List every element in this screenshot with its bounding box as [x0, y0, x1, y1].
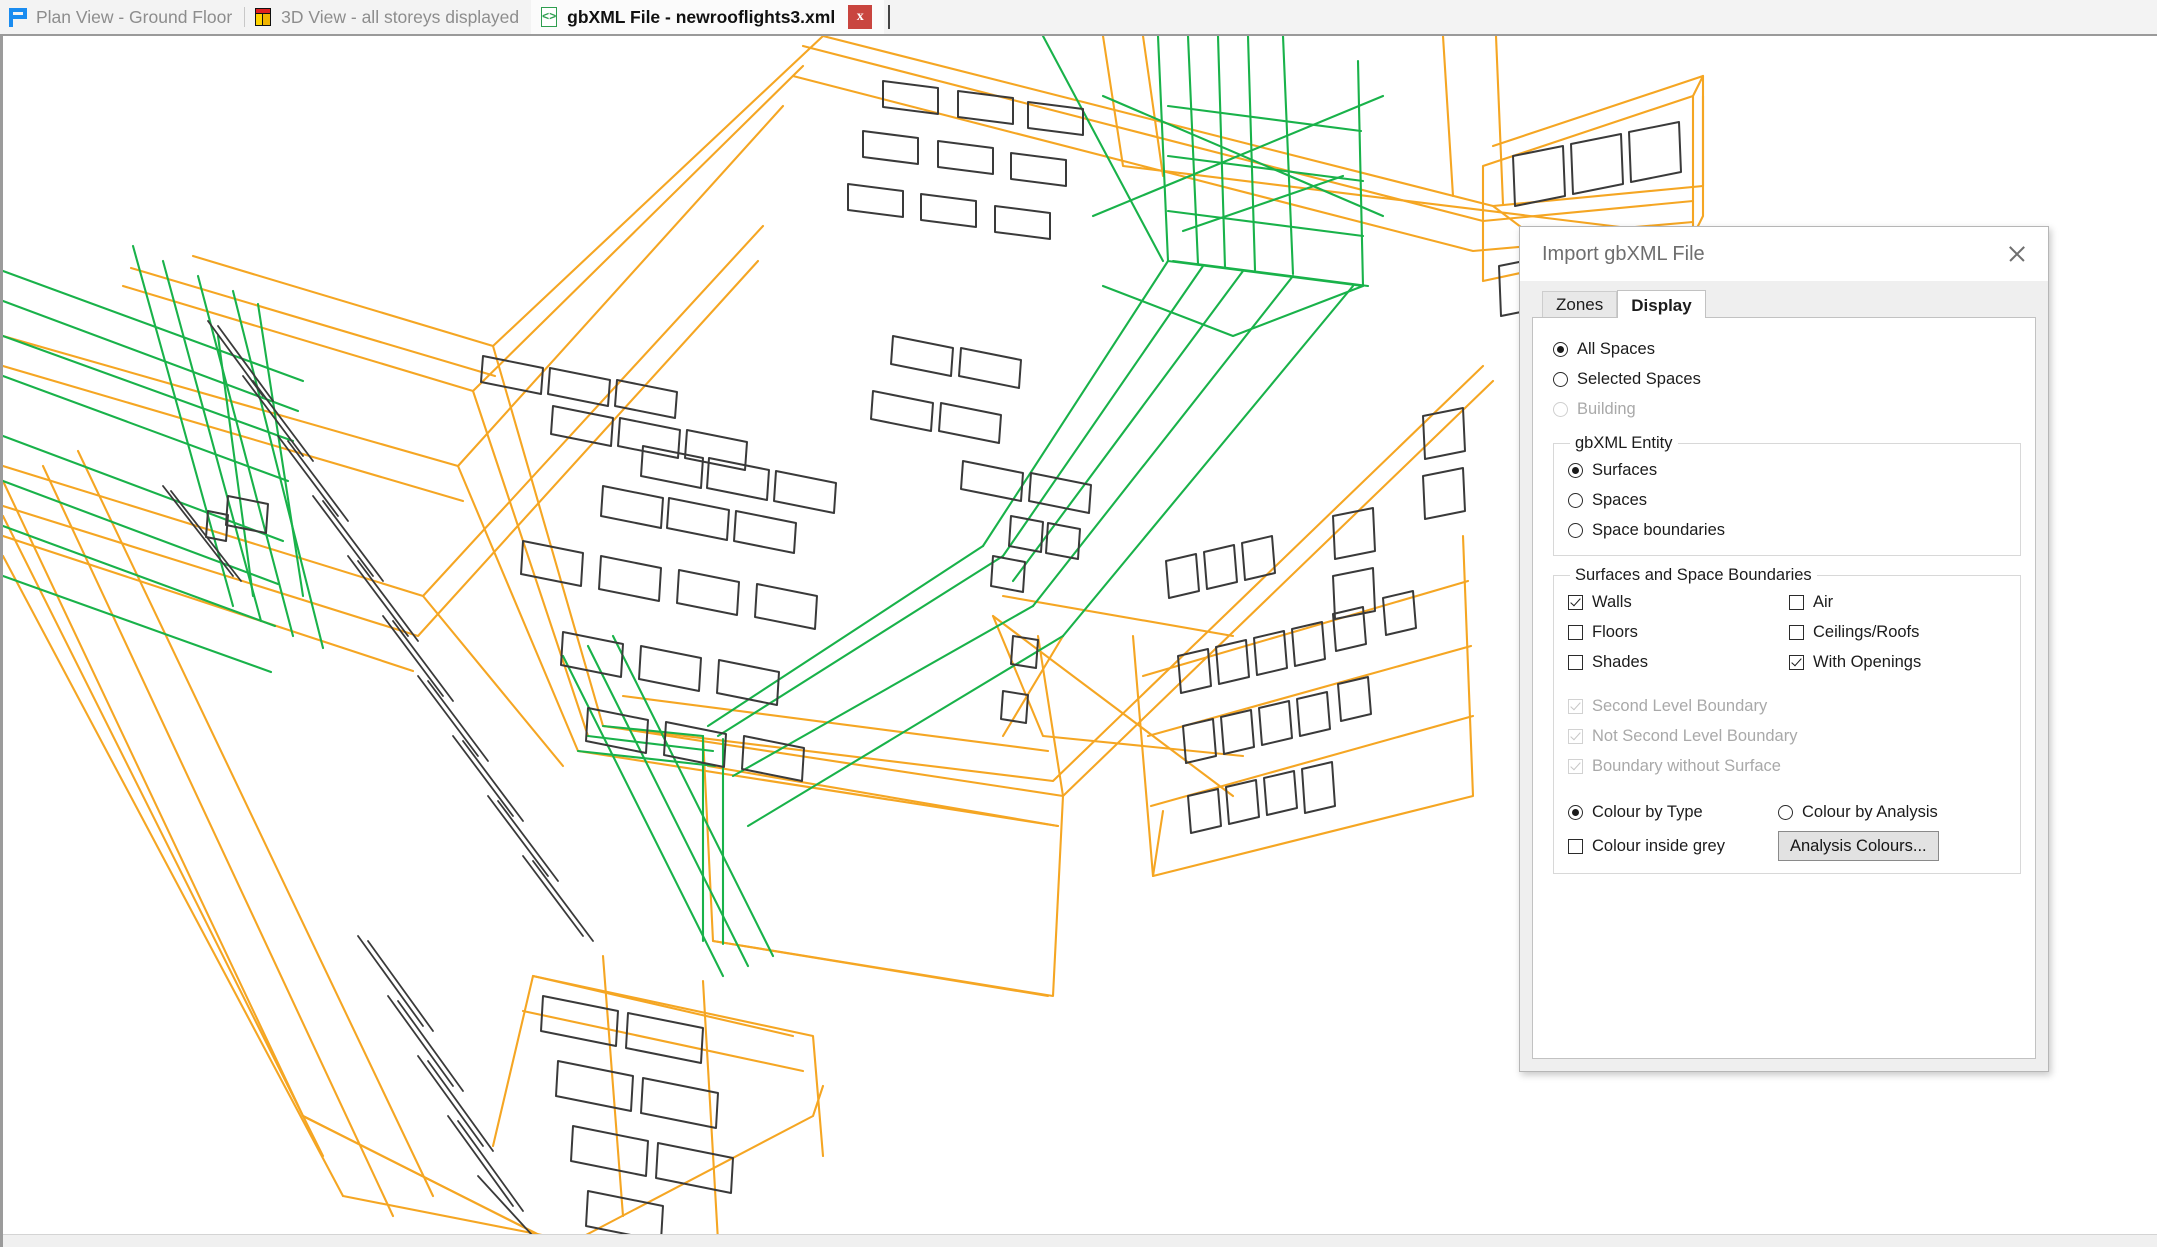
tab-gbxml-file-label: gbXML File - newrooflights3.xml — [567, 6, 836, 27]
dialog-body: Zones Display All Spaces Selected Spaces… — [1520, 281, 2048, 1071]
radio-indicator — [1553, 401, 1568, 417]
tab-plan-view-label: Plan View - Ground Floor — [36, 6, 233, 27]
dialog-title: Import gbXML File — [1542, 242, 1705, 265]
checkbox-indicator — [1568, 624, 1583, 640]
radio-spaces[interactable]: Spaces — [1568, 485, 2010, 515]
application-window: Plan View - Ground Floor 3D View - all s… — [0, 0, 2157, 1247]
import-gbxml-dialog: Import gbXML File Zones Display All Spac… — [1519, 226, 2049, 1072]
close-icon[interactable] — [2002, 239, 2032, 269]
radio-colour-by-analysis-label: Colour by Analysis — [1802, 802, 1938, 821]
checkbox-walls-label: Walls — [1592, 592, 1632, 611]
radio-spaces-label: Spaces — [1592, 490, 1648, 509]
tab-3d-view-label: 3D View - all storeys displayed — [281, 6, 520, 27]
checkbox-indicator — [1789, 594, 1804, 610]
tab-3d-view[interactable]: 3D View - all storeys displayed — [245, 0, 531, 34]
radio-space-boundaries[interactable]: Space boundaries — [1568, 515, 2010, 545]
gbxml-entity-legend: gbXML Entity — [1575, 434, 1673, 452]
radio-indicator — [1568, 522, 1583, 538]
checkbox-indicator — [1789, 654, 1804, 670]
radio-selected-spaces-label: Selected Spaces — [1577, 369, 1701, 388]
plan-view-icon — [8, 7, 29, 28]
radio-all-spaces[interactable]: All Spaces — [1553, 334, 2021, 364]
checkbox-air[interactable]: Air — [1789, 587, 2010, 617]
radio-all-spaces-label: All Spaces — [1577, 339, 1655, 358]
radio-building-label: Building — [1577, 399, 1636, 418]
radio-indicator — [1568, 492, 1583, 508]
tab-zones[interactable]: Zones — [1542, 291, 1618, 317]
checkbox-indicator — [1568, 654, 1583, 670]
surfaces-group-legend: Surfaces and Space Boundaries — [1575, 566, 1812, 584]
checkbox-indicator — [1568, 728, 1583, 744]
view-tab-strip: Plan View - Ground Floor 3D View - all s… — [0, 0, 2157, 36]
tab-strip-caret — [888, 5, 891, 29]
tab-plan-view[interactable]: Plan View - Ground Floor — [0, 0, 244, 34]
radio-surfaces-label: Surfaces — [1592, 460, 1658, 479]
tab-display[interactable]: Display — [1617, 290, 1706, 318]
radio-selected-spaces[interactable]: Selected Spaces — [1553, 364, 2021, 394]
checkbox-air-label: Air — [1813, 592, 1834, 611]
checkbox-not-second-level-boundary-label: Not Second Level Boundary — [1592, 726, 1798, 745]
cube-icon — [253, 7, 274, 28]
checkbox-indicator — [1568, 758, 1583, 774]
radio-building: Building — [1553, 394, 2021, 424]
radio-surfaces[interactable]: Surfaces — [1568, 455, 2010, 485]
checkbox-second-level-boundary: Second Level Boundary — [1568, 691, 2010, 721]
radio-indicator — [1568, 462, 1583, 478]
surfaces-left-column: Walls Floors Shades — [1568, 587, 1789, 677]
radio-colour-by-type[interactable]: Colour by Type — [1568, 795, 1778, 829]
colour-mode-row: Colour by Type Colour by Analysis — [1568, 795, 2010, 829]
checkbox-not-second-level-boundary: Not Second Level Boundary — [1568, 721, 2010, 751]
checkbox-boundary-without-surface-label: Boundary without Surface — [1592, 756, 1781, 775]
colour-inside-grey-row: Colour inside grey Analysis Colours... — [1568, 829, 2010, 863]
checkbox-with-openings[interactable]: With Openings — [1789, 647, 2010, 677]
tab-gbxml-file[interactable]: <> gbXML File - newrooflights3.xml x — [531, 0, 885, 34]
dialog-title-bar: Import gbXML File — [1520, 227, 2048, 281]
dialog-tab-row: Zones Display — [1532, 289, 2036, 318]
checkbox-with-openings-label: With Openings — [1813, 652, 1922, 671]
checkbox-indicator — [1568, 698, 1583, 714]
radio-colour-by-analysis[interactable]: Colour by Analysis — [1778, 795, 1938, 829]
checkbox-floors[interactable]: Floors — [1568, 617, 1789, 647]
checkbox-walls[interactable]: Walls — [1568, 587, 1789, 617]
surfaces-and-space-boundaries-group: Surfaces and Space Boundaries Walls Floo… — [1553, 566, 2021, 874]
radio-indicator — [1553, 341, 1568, 357]
checkbox-second-level-boundary-label: Second Level Boundary — [1592, 696, 1768, 715]
viewport-bottom-bar — [3, 1234, 2157, 1247]
checkbox-boundary-without-surface: Boundary without Surface — [1568, 751, 2010, 781]
surfaces-checkbox-columns: Walls Floors Shades Air Ceilings/Roofs W… — [1568, 587, 2010, 677]
radio-indicator — [1778, 804, 1793, 820]
radio-colour-by-type-label: Colour by Type — [1592, 802, 1703, 821]
radio-indicator — [1553, 371, 1568, 387]
gbxml-entity-group: gbXML Entity Surfaces Spaces Space bound… — [1553, 434, 2021, 556]
checkbox-colour-inside-grey[interactable]: Colour inside grey — [1568, 829, 1778, 863]
xml-document-icon: <> — [539, 6, 560, 28]
radio-space-boundaries-label: Space boundaries — [1592, 520, 1726, 539]
analysis-colours-button[interactable]: Analysis Colours... — [1778, 830, 1939, 862]
checkbox-indicator — [1568, 838, 1583, 854]
tab-close-button[interactable]: x — [848, 5, 873, 29]
radio-indicator — [1568, 804, 1583, 820]
checkbox-ceilings-roofs[interactable]: Ceilings/Roofs — [1789, 617, 2010, 647]
checkbox-ceilings-roofs-label: Ceilings/Roofs — [1813, 622, 1920, 641]
checkbox-floors-label: Floors — [1592, 622, 1638, 641]
surfaces-right-column: Air Ceilings/Roofs With Openings — [1789, 587, 2010, 677]
checkbox-indicator — [1789, 624, 1804, 640]
checkbox-indicator — [1568, 594, 1583, 610]
checkbox-shades[interactable]: Shades — [1568, 647, 1789, 677]
checkbox-shades-label: Shades — [1592, 652, 1648, 671]
checkbox-colour-inside-grey-label: Colour inside grey — [1592, 836, 1725, 855]
colour-controls: Colour by Type Colour by Analysis Colour… — [1568, 795, 2010, 863]
display-tab-panel: All Spaces Selected Spaces Building gbXM… — [1532, 317, 2036, 1059]
